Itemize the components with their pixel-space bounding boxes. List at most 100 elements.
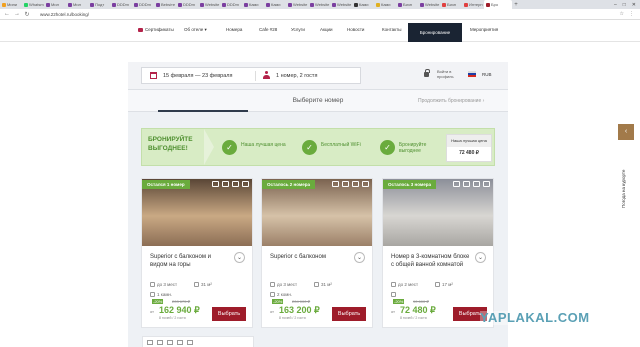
browser-tab[interactable]: Мил <box>66 0 88 9</box>
menu-dots-icon[interactable]: ⋮ <box>629 11 634 17</box>
select-room-button[interactable]: Выбрать <box>212 307 246 321</box>
tab-label: Ками <box>381 2 391 7</box>
close-icon[interactable]: ✕ <box>632 2 636 8</box>
step-bar: Выберите номер Продолжить бронирование › <box>128 90 508 112</box>
browser-tab[interactable]: Ками <box>374 0 396 9</box>
browser-tab[interactable]: Websitе <box>198 0 220 9</box>
price: 163 200 ₽ <box>279 305 320 315</box>
browser-tab[interactable]: Ками <box>264 0 286 9</box>
favicon-icon <box>2 2 6 7</box>
room-photo[interactable] <box>142 179 252 246</box>
guests-value: до 2 мест <box>398 282 419 287</box>
currency-selector[interactable]: RUB <box>482 72 492 77</box>
tab-label: Мини <box>7 2 18 7</box>
browser-tab[interactable]: Ками <box>352 0 374 9</box>
window-controls: – □ ✕ <box>614 2 640 8</box>
browser-tab[interactable]: DDDm <box>132 0 154 9</box>
browser-tab[interactable]: Интерн <box>462 0 484 9</box>
room-card: Осталось 2 номера Superior с балконом ⌄ до … <box>261 178 373 328</box>
area-value: 31 м² <box>321 282 332 287</box>
guests-meta: до 3 мест <box>150 282 177 287</box>
back-icon[interactable]: ← <box>4 11 10 17</box>
minimize-icon[interactable]: – <box>614 2 617 8</box>
browser-tab[interactable]: DDDm <box>220 0 242 9</box>
forward-icon[interactable]: → <box>14 11 20 17</box>
weather-label[interactable]: Погода на курорте <box>621 148 631 208</box>
browser-tab[interactable]: Websitе <box>286 0 308 9</box>
browser-tab[interactable]: Веbsiтe <box>154 0 176 9</box>
area-meta: 31 м² <box>314 282 332 287</box>
date-range[interactable]: 15 февраля — 23 февраля <box>163 73 232 79</box>
guests-icon <box>270 282 275 287</box>
tv-icon <box>157 340 163 345</box>
browser-tab[interactable]: Бизн <box>440 0 462 9</box>
browser-tab[interactable]: Ками <box>242 0 264 9</box>
browser-tab[interactable]: Мил <box>44 0 66 9</box>
reload-icon[interactable]: ↻ <box>24 11 30 18</box>
browser-tab[interactable]: Подт <box>88 0 110 9</box>
russian-flag-icon[interactable] <box>468 71 476 77</box>
favicon-icon <box>178 2 182 7</box>
tab-label: Ками <box>249 2 259 7</box>
chevron-down-icon[interactable]: ⌄ <box>354 252 365 263</box>
price-note: 8 ночей / 2 гостя <box>159 316 186 320</box>
favicon-icon <box>266 2 270 7</box>
divider <box>255 71 256 81</box>
browser-tab[interactable]: Websitе <box>418 0 440 9</box>
room-card-partial <box>142 336 254 347</box>
nav-item-events[interactable]: Мероприятия <box>470 27 498 32</box>
room-title[interactable]: Superior с балконом <box>270 253 350 261</box>
person-icon <box>263 71 270 80</box>
availability-badge: Остался 1 номер <box>142 180 190 189</box>
browser-tab-active[interactable]: Бро <box>484 0 512 9</box>
amenity-icons <box>332 181 369 187</box>
best-price-value: 72 480 ₽ <box>459 150 479 156</box>
promo-benefit-best-price: Наша лучшая цена <box>241 142 286 148</box>
room-photo[interactable] <box>383 179 493 246</box>
browser-tab[interactable]: Бизн <box>396 0 418 9</box>
nav-item[interactable]: Акции <box>320 27 333 32</box>
nav-item-booking[interactable]: Бронирование <box>408 23 462 42</box>
nav-item[interactable]: Сертификаты <box>138 27 174 32</box>
guests-icon <box>150 282 155 287</box>
guests-meta: до 3 мест <box>270 282 297 287</box>
nav-item[interactable]: Услуги <box>291 27 305 32</box>
nav-item[interactable]: Номера <box>226 27 242 32</box>
old-price: 204 000 ₽ <box>292 299 311 304</box>
bookmark-star-icon[interactable]: ☆ <box>620 11 624 17</box>
date-guests-selector[interactable]: 15 февраля — 23 февраля 1 номер, 2 гостя <box>141 67 361 84</box>
browser-tab[interactable]: Websitе <box>308 0 330 9</box>
continue-booking-label: Продолжить бронирование <box>418 98 482 104</box>
tab-label: Websitе <box>425 2 440 7</box>
room-title[interactable]: Superior с балконом и видом на горы <box>150 253 230 269</box>
room-title[interactable]: Номер в 3-комнатном блоке с общей ванной… <box>391 253 471 269</box>
chevron-down-icon[interactable]: ⌄ <box>475 252 486 263</box>
weather-tab[interactable]: ‹ <box>618 124 634 140</box>
new-tab-button[interactable]: + <box>512 2 520 8</box>
price-prefix: от <box>270 309 274 314</box>
chevron-down-icon[interactable]: ⌄ <box>234 252 245 263</box>
nav-item[interactable]: Об отеле ▾ <box>184 27 207 33</box>
browser-tab[interactable]: Мини <box>0 0 22 9</box>
tv-icon <box>463 181 470 187</box>
select-room-button[interactable]: Выбрать <box>332 307 366 321</box>
url-field[interactable]: www.22hotel.ru/booking/ <box>40 12 89 17</box>
browser-tab[interactable]: DDDm <box>176 0 198 9</box>
guests-count[interactable]: 1 номер, 2 гостя <box>276 73 317 79</box>
browser-tab[interactable]: DDDm <box>110 0 132 9</box>
login-link[interactable]: Войти в профиль <box>437 69 467 79</box>
nav-item[interactable]: Cafe #28 <box>259 27 277 32</box>
room-photo[interactable] <box>262 179 372 246</box>
continue-booking-link[interactable]: Продолжить бронирование › <box>418 98 484 104</box>
browser-tab[interactable]: Whatsm <box>22 0 44 9</box>
tab-label: DDDm <box>117 2 129 7</box>
nav-item-label: Cafe #28 <box>259 27 278 32</box>
calendar-icon <box>150 72 157 79</box>
tv-icon <box>222 181 229 187</box>
step-title: Выберите номер <box>292 97 344 104</box>
nav-item[interactable]: Новости <box>347 27 364 32</box>
guests-value: до 3 мест <box>277 282 298 287</box>
browser-tab[interactable]: Websitе <box>330 0 352 9</box>
maximize-icon[interactable]: □ <box>623 2 626 8</box>
nav-item[interactable]: Контакты <box>382 27 401 32</box>
